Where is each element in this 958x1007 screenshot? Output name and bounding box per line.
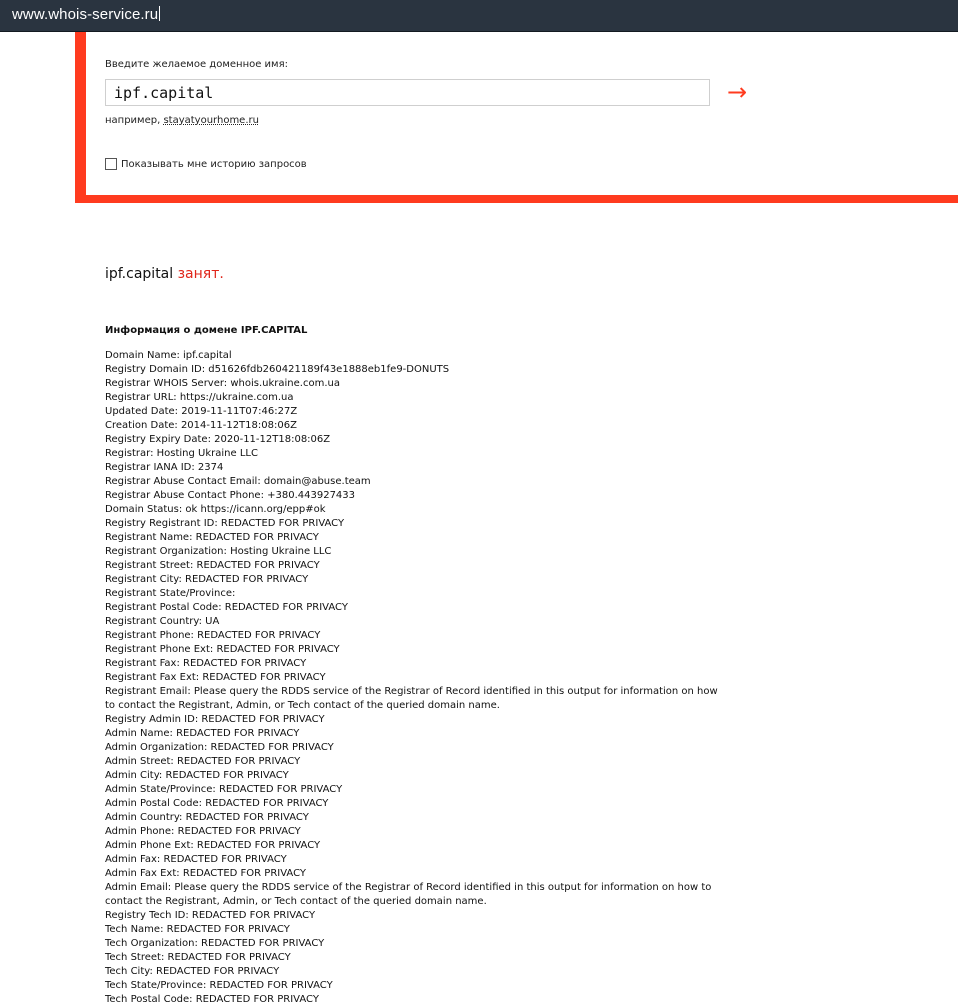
whois-line: Tech Organization: REDACTED FOR PRIVACY (105, 938, 325, 949)
whois-line: Registrar URL: https://ukraine.com.ua (105, 392, 294, 403)
whois-line: Registrar IANA ID: 2374 (105, 462, 224, 473)
whois-line: Registry Tech ID: REDACTED FOR PRIVACY (105, 910, 316, 921)
whois-line: Admin Organization: REDACTED FOR PRIVACY (105, 742, 334, 753)
whois-line: Admin State/Province: REDACTED FOR PRIVA… (105, 784, 343, 795)
whois-line: Admin Phone Ext: REDACTED FOR PRIVACY (105, 840, 321, 851)
address-bar[interactable]: www.whois-service.ru (0, 0, 958, 32)
whois-line: Updated Date: 2019-11-11T07:46:27Z (105, 406, 298, 417)
info-heading: Информация о домене IPF.CAPITAL (105, 325, 308, 336)
whois-line: Tech City: REDACTED FOR PRIVACY (105, 966, 280, 977)
status-badge: занят. (177, 266, 224, 282)
whois-line: Registrar WHOIS Server: whois.ukraine.co… (105, 378, 340, 389)
whois-line: Registrant Phone Ext: REDACTED FOR PRIVA… (105, 644, 340, 655)
whois-line: Registrant Organization: Hosting Ukraine… (105, 546, 332, 557)
whois-line: Registry Expiry Date: 2020-11-12T18:08:0… (105, 434, 331, 445)
whois-line: Registry Registrant ID: REDACTED FOR PRI… (105, 518, 345, 529)
search-example: например, stayatyourhome.ru (105, 115, 259, 126)
whois-line: to contact the Registrant, Admin, or Tec… (105, 700, 500, 711)
whois-line: Tech Name: REDACTED FOR PRIVACY (105, 924, 290, 935)
whois-line: Registrant Country: UA (105, 616, 220, 627)
whois-line: Registrant Postal Code: REDACTED FOR PRI… (105, 602, 348, 613)
domain-search-input[interactable] (105, 79, 710, 106)
whois-line: Creation Date: 2014-11-12T18:08:06Z (105, 420, 297, 431)
whois-line: Admin Country: REDACTED FOR PRIVACY (105, 812, 309, 823)
whois-line: Registrant City: REDACTED FOR PRIVACY (105, 574, 309, 585)
whois-line: Domain Status: ok https://icann.org/epp#… (105, 504, 326, 515)
whois-line: Registrant Street: REDACTED FOR PRIVACY (105, 560, 320, 571)
whois-line: Registrar: Hosting Ukraine LLC (105, 448, 258, 459)
whois-record: Domain Name: ipf.capital Registry Domain … (105, 349, 725, 1007)
search-prompt-label: Введите желаемое доменное имя: (105, 59, 288, 70)
whois-line: Registrant State/Province: (105, 588, 236, 599)
search-example-prefix: например, (105, 115, 164, 126)
status-domain: ipf.capital (105, 266, 174, 282)
domain-status: ipf.capital занят. (105, 266, 224, 282)
whois-line: Registrant Name: REDACTED FOR PRIVACY (105, 532, 319, 543)
history-toggle[interactable]: Показывать мне историю запросов (105, 158, 307, 170)
whois-line: Tech State/Province: REDACTED FOR PRIVAC… (105, 980, 333, 991)
whois-line: Domain Name: ipf.capital (105, 350, 232, 361)
whois-line: Admin Fax Ext: REDACTED FOR PRIVACY (105, 868, 307, 879)
whois-line: Tech Postal Code: REDACTED FOR PRIVACY (105, 994, 319, 1005)
whois-line: Admin City: REDACTED FOR PRIVACY (105, 770, 289, 781)
submit-arrow-icon[interactable]: → (722, 78, 752, 106)
history-label: Показывать мне историю запросов (121, 158, 307, 170)
whois-line: Registry Domain ID: d51626fdb260421189f4… (105, 364, 450, 375)
whois-line: Admin Street: REDACTED FOR PRIVACY (105, 756, 301, 767)
search-panel: Введите желаемое доменное имя: → наприме… (75, 32, 958, 203)
search-panel-inner: Введите желаемое доменное имя: → наприме… (86, 32, 958, 195)
whois-line: Admin Email: Please query the RDDS servi… (105, 882, 712, 893)
whois-line: Registry Admin ID: REDACTED FOR PRIVACY (105, 714, 325, 725)
whois-line: Registrant Phone: REDACTED FOR PRIVACY (105, 630, 321, 641)
whois-line: Registrar Abuse Contact Phone: +380.4439… (105, 490, 356, 501)
whois-line: Admin Fax: REDACTED FOR PRIVACY (105, 854, 287, 865)
whois-line: Tech Street: REDACTED FOR PRIVACY (105, 952, 291, 963)
address-bar-url[interactable]: www.whois-service.ru (12, 6, 161, 23)
whois-line: Admin Name: REDACTED FOR PRIVACY (105, 728, 300, 739)
whois-line: Registrant Fax: REDACTED FOR PRIVACY (105, 658, 307, 669)
whois-line: Registrant Email: Please query the RDDS … (105, 686, 718, 697)
whois-line: Admin Postal Code: REDACTED FOR PRIVACY (105, 798, 329, 809)
text-caret (159, 6, 161, 21)
whois-line: Admin Phone: REDACTED FOR PRIVACY (105, 826, 301, 837)
whois-line: Registrar Abuse Contact Email: domain@ab… (105, 476, 371, 487)
search-example-link[interactable]: stayatyourhome.ru (163, 115, 259, 126)
history-checkbox[interactable] (105, 158, 117, 170)
whois-line: contact the Registrant, Admin, or Tech c… (105, 896, 487, 907)
whois-line: Registrant Fax Ext: REDACTED FOR PRIVACY (105, 672, 326, 683)
